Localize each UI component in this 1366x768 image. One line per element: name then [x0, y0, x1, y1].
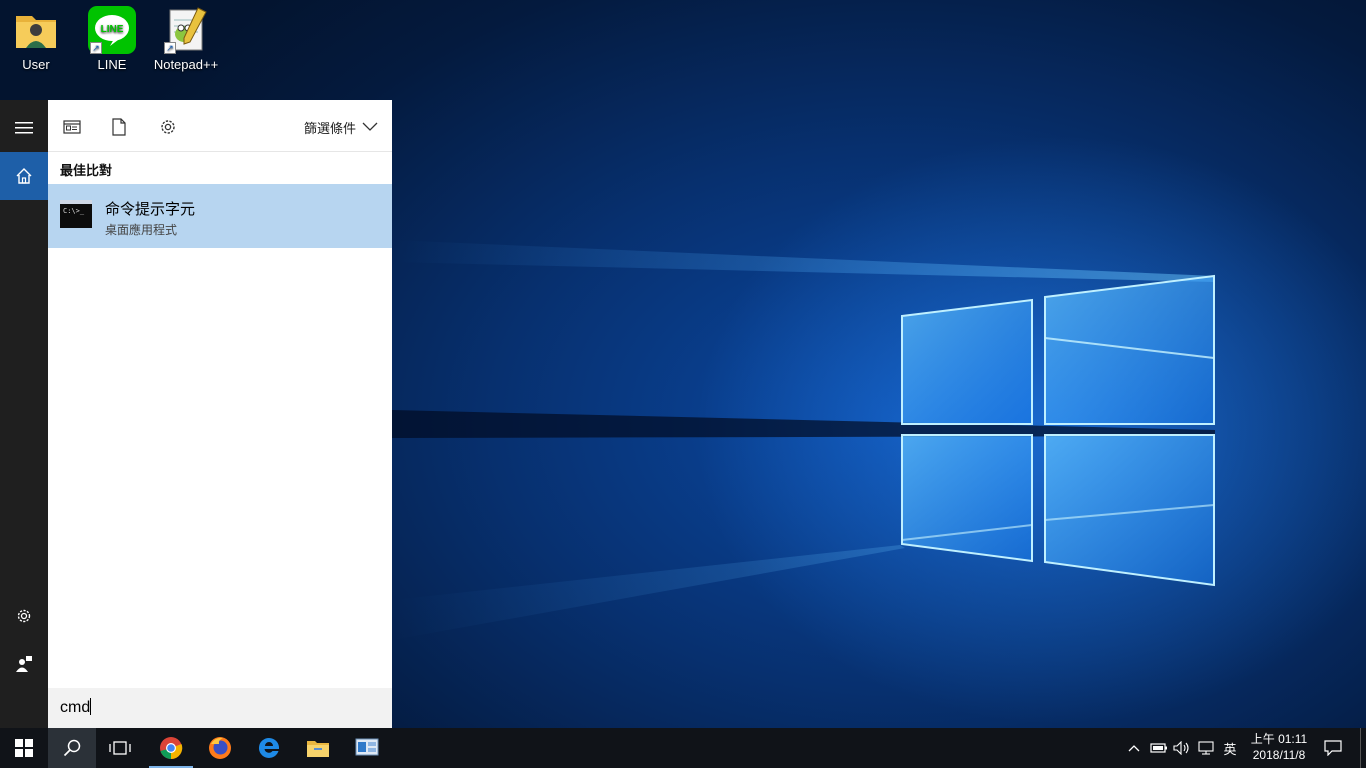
apps-scope-button[interactable] [61, 116, 83, 138]
task-view-button[interactable] [96, 728, 144, 768]
hamburger-icon [15, 122, 33, 134]
battery-tray-button[interactable] [1148, 728, 1170, 768]
search-icon [63, 739, 81, 757]
input-method-indicator[interactable]: 英 [1219, 728, 1241, 768]
chrome-taskbar-button[interactable] [147, 728, 195, 768]
clock[interactable]: 上午 01:11 2018/11/8 [1240, 731, 1318, 763]
best-match-heading: 最佳比對 [60, 163, 113, 178]
desktop-icon-label: LINE [97, 57, 127, 72]
task-view-icon [109, 741, 131, 755]
chrome-icon [160, 737, 183, 760]
app-taskbar-button[interactable] [343, 728, 391, 768]
chevron-down-icon [362, 122, 378, 131]
desktop-icon-label: User [22, 57, 50, 72]
search-query-text: cmd [60, 699, 91, 716]
desktop-icon-user[interactable]: User [0, 6, 74, 73]
firefox-taskbar-button[interactable] [196, 728, 244, 768]
search-input[interactable]: cmd [48, 688, 392, 728]
chevron-up-icon [1128, 745, 1140, 752]
settings-scope-button[interactable] [157, 116, 179, 138]
action-center-button[interactable] [1320, 728, 1346, 768]
desktop-icon-line[interactable]: LINE ↗ LINE [74, 6, 150, 73]
person-feedback-icon [16, 656, 32, 672]
show-desktop-button[interactable] [1360, 728, 1366, 768]
home-icon [16, 168, 32, 184]
shortcut-arrow-icon: ↗ [90, 42, 102, 54]
clock-date: 2018/11/8 [1252, 748, 1306, 762]
clock-time: 上午 01:11 [1250, 732, 1308, 746]
battery-icon [1150, 743, 1167, 753]
notification-icon [1324, 740, 1342, 756]
search-taskbar-button[interactable] [48, 728, 96, 768]
best-match-result[interactable]: C:\>_ 命令提示字元 桌面應用程式 [48, 184, 392, 248]
account-feedback-button[interactable] [0, 640, 48, 688]
firefox-icon [209, 737, 231, 759]
document-icon [112, 118, 126, 136]
user-folder-icon [12, 6, 60, 54]
search-results-pane: 篩選條件 最佳比對 C:\>_ 命令提示字元 桌面應用程式 [48, 100, 392, 728]
remote-desktop-icon [355, 738, 379, 756]
speaker-icon [1173, 741, 1189, 755]
start-button[interactable] [0, 728, 48, 768]
notepadpp-icon: ↗ [162, 6, 210, 54]
hamburger-menu-button[interactable] [0, 104, 48, 152]
home-button[interactable] [0, 152, 48, 200]
settings-button[interactable] [0, 592, 48, 640]
documents-scope-button[interactable] [108, 116, 130, 138]
app-window-icon [63, 120, 81, 134]
line-logo-text: LINE [101, 24, 124, 35]
show-hidden-icons-button[interactable] [1124, 728, 1144, 768]
network-tray-button[interactable] [1195, 728, 1217, 768]
volume-tray-button[interactable] [1171, 728, 1193, 768]
shortcut-arrow-icon: ↗ [164, 42, 176, 54]
result-title: 命令提示字元 [105, 201, 196, 218]
taskbar: 英 上午 01:11 2018/11/8 [0, 728, 1366, 768]
file-explorer-taskbar-button[interactable] [294, 728, 342, 768]
text-caret [90, 698, 92, 715]
filter-label: 篩選條件 [303, 120, 356, 136]
gear-icon [17, 609, 31, 623]
gear-icon [161, 120, 175, 134]
desktop-icon-label: Notepad++ [153, 57, 219, 72]
desktop-icon-notepadpp[interactable]: ↗ Notepad++ [148, 6, 224, 73]
folder-icon [307, 741, 329, 757]
line-app-icon: LINE ↗ [88, 6, 136, 54]
command-prompt-icon: C:\>_ [60, 200, 92, 228]
result-subtitle: 桌面應用程式 [105, 223, 178, 237]
start-left-rail [0, 100, 48, 728]
edge-icon [258, 737, 280, 758]
windows-logo-icon [15, 739, 33, 757]
edge-taskbar-button[interactable] [245, 728, 293, 768]
search-scope-toolbar: 篩選條件 [48, 100, 392, 152]
filter-dropdown[interactable]: 篩選條件 [304, 116, 378, 138]
network-icon [1198, 741, 1214, 755]
